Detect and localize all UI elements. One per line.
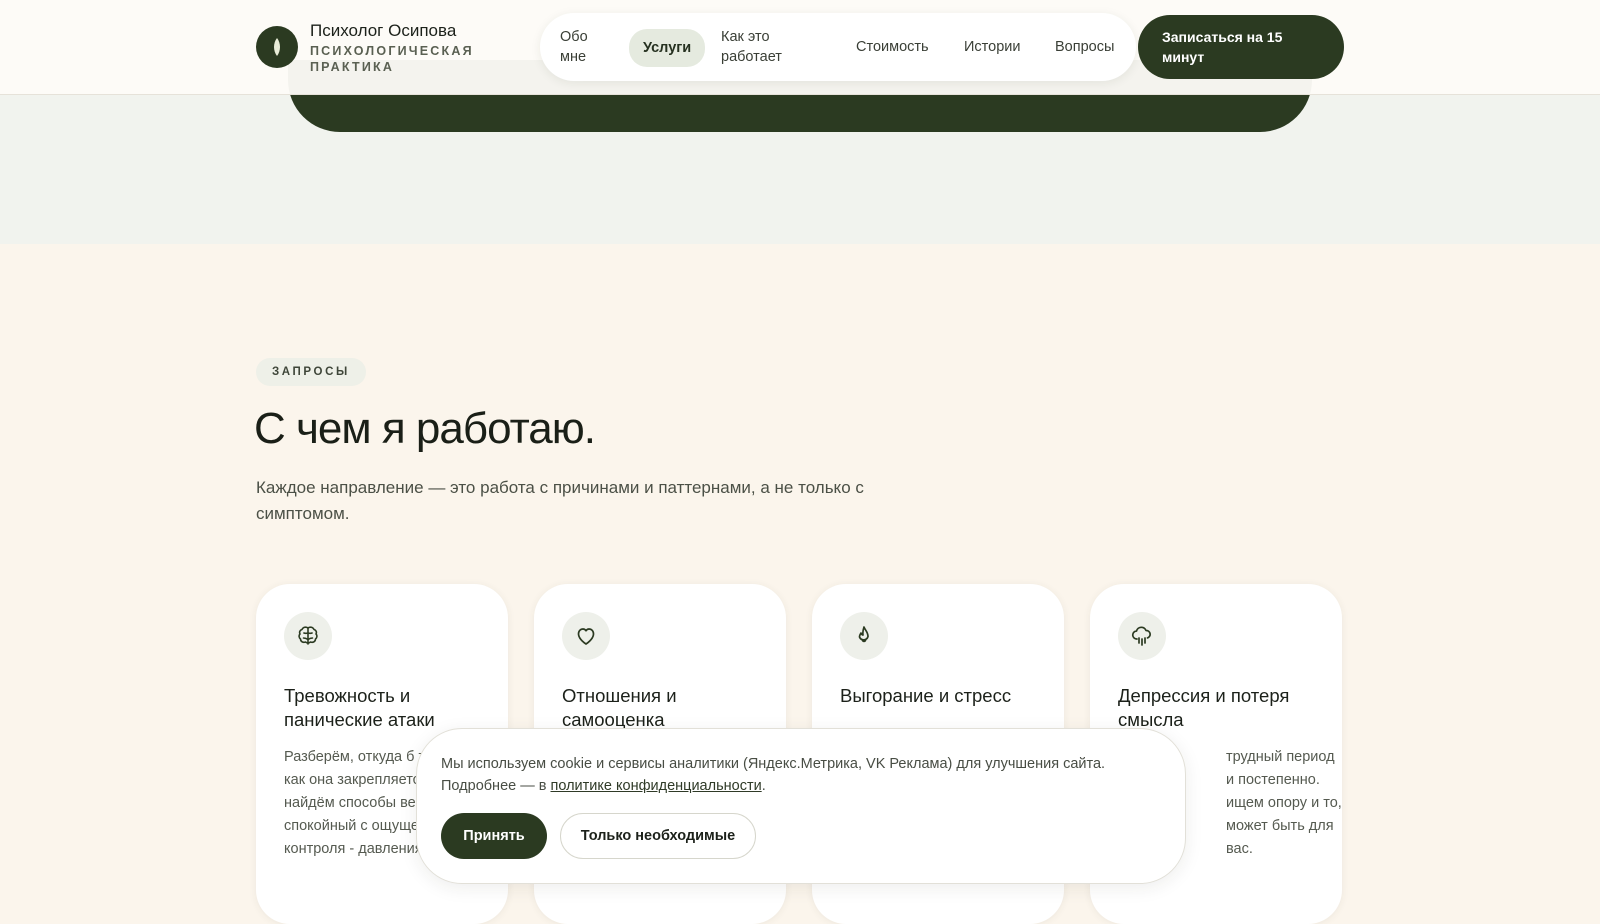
card-text: трудный период и постепенно. ищем опору … <box>1226 749 1342 857</box>
nav-item-faq[interactable]: Вопросы <box>1055 37 1114 57</box>
privacy-policy-link[interactable]: политике конфиденциальности <box>551 778 762 794</box>
section-tag: ЗАПРОСЫ <box>256 358 366 386</box>
nav-item-how-it-works[interactable]: Как это работает <box>721 27 811 67</box>
cloud-rain-icon <box>1118 612 1166 660</box>
flame-icon <box>840 612 888 660</box>
nav-item-about[interactable]: Обо мне <box>560 27 600 67</box>
cookie-message: Мы используем cookie и сервисы аналитики… <box>441 756 1106 794</box>
brain-icon <box>284 612 332 660</box>
section-lead: Каждое направление — это работа с причин… <box>256 478 864 523</box>
site-header: Психолог Осипова ПСИХОЛОГИЧЕСКАЯ ПРАКТИК… <box>0 0 1600 95</box>
cookie-text: Мы используем cookie и сервисы аналитики… <box>441 753 1141 797</box>
card-title: Отношения и самооценка <box>562 685 677 730</box>
essential-cookies-button[interactable]: Только необходимые <box>560 813 756 859</box>
book-call-button[interactable]: Записаться на 15 минут <box>1138 15 1344 79</box>
nav-item-pricing[interactable]: Стоимость <box>856 37 929 57</box>
accept-cookies-button[interactable]: Принять <box>441 813 547 859</box>
card-title: Выгорание и стресс <box>840 685 1012 706</box>
section-title: С чем я работаю. <box>254 404 596 453</box>
card-title: Депрессия и потеря смысла <box>1118 685 1290 730</box>
main-nav: Обо мне Услуги Как это работает Стоимост… <box>540 13 1136 81</box>
nav-item-stories[interactable]: Истории <box>964 37 1020 57</box>
card-title: Тревожность и панические атаки <box>284 685 435 730</box>
nav-item-services[interactable]: Услуги <box>629 29 706 67</box>
brand-subtitle: ПСИХОЛОГИЧЕСКАЯ ПРАКТИКА <box>310 44 474 74</box>
heart-icon <box>562 612 610 660</box>
leaf-icon[interactable] <box>256 26 298 68</box>
cookie-banner: Мы используем cookie и сервисы аналитики… <box>416 728 1186 884</box>
cookie-text-end: . <box>761 778 766 794</box>
brand-name[interactable]: Психолог Осипова <box>310 21 456 41</box>
